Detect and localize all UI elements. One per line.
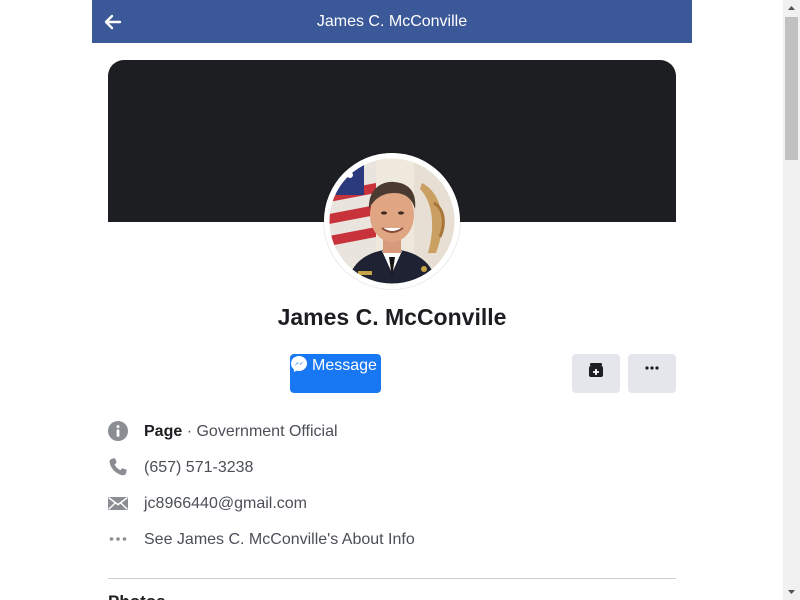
save-icon [589,363,603,377]
email-address[interactable]: jc8966440@gmail.com [144,494,307,514]
top-header-bar: James C. McConville [92,0,692,43]
info-row-phone[interactable]: (657) 571-3238 [108,456,676,480]
save-button[interactable] [572,354,620,393]
photos-section-heading: Photos [108,592,166,600]
phone-icon [108,457,128,477]
phone-number[interactable]: (657) 571-3238 [144,458,253,478]
more-options-button[interactable] [628,354,676,393]
about-info-link[interactable]: See James C. McConville's About Info [144,530,415,550]
category-separator: · [182,423,197,440]
header-title: James C. McConville [316,13,468,30]
envelope-icon [108,493,128,513]
scrollbar-thumb[interactable] [785,17,798,160]
more-horizontal-icon [645,366,659,370]
profile-photo[interactable] [324,153,460,289]
info-row-email[interactable]: jc8966440@gmail.com [108,492,676,516]
info-row-about[interactable]: See James C. McConville's About Info [108,528,676,552]
category-text: Page · Government Official [144,422,338,442]
scroll-down-arrow-icon[interactable] [783,583,800,600]
more-dots-icon [108,529,128,549]
section-divider [108,578,676,579]
messenger-icon [290,355,308,373]
page: James C. McConville James C. McConville … [0,0,800,600]
info-icon [108,421,128,441]
category-label: Page [144,423,183,440]
category-value: Government Official [196,423,338,440]
scroll-up-arrow-icon[interactable] [783,0,800,17]
profile-name: James C. McConville [277,304,507,330]
message-button-label: Message [312,357,377,374]
message-button[interactable]: Message [290,354,381,393]
page-scrollbar[interactable] [783,0,800,600]
info-row-category: Page · Government Official [108,420,676,444]
